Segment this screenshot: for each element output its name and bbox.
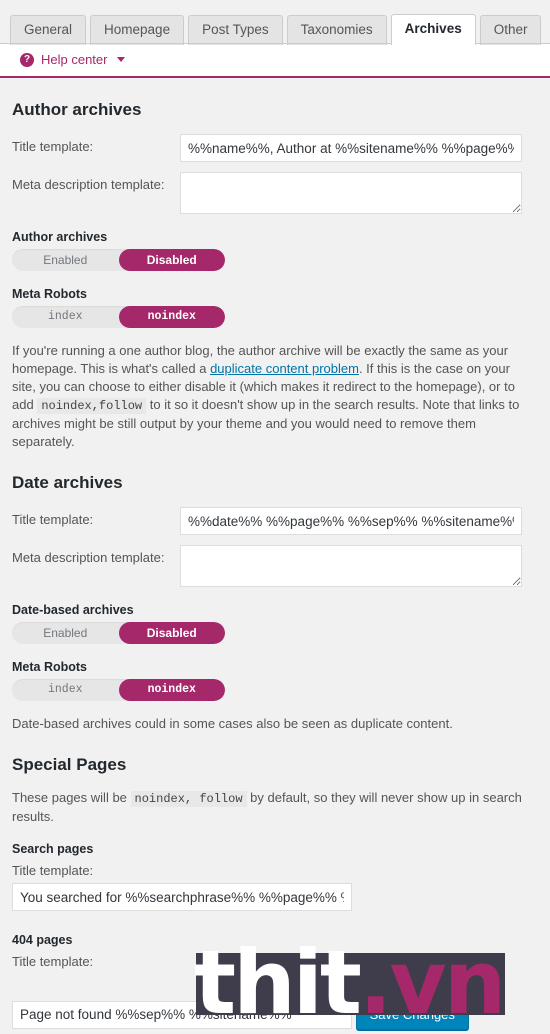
special-pages-note: These pages will be noindex, follow by d… [12, 789, 536, 826]
search-pages-title-label: Title template: [12, 863, 94, 878]
date-archives-heading: Date archives [12, 473, 123, 492]
noindex-follow-code: noindex,follow [37, 398, 147, 414]
author-meta-description-row: Meta description template: [12, 172, 538, 214]
author-archives-heading: Author archives [12, 100, 142, 119]
chevron-down-icon[interactable] [117, 57, 126, 62]
tab-homepage[interactable]: Homepage [90, 15, 185, 45]
question-circle-icon: ? [20, 52, 34, 67]
author-archives-enabled-toggle[interactable]: Enabled Disabled [12, 249, 225, 271]
date-archives-note: Date-based archives could in some cases … [12, 716, 453, 731]
watermark-text: thit.vn [194, 939, 506, 1027]
author-meta-robots-toggle[interactable]: index noindex [12, 306, 225, 328]
author-meta-robots-noindex-option[interactable]: noindex [118, 306, 225, 328]
settings-content: Author archives Title template: Meta des… [0, 100, 550, 1030]
date-title-template-row: Title template: [12, 507, 538, 535]
date-meta-description-label: Meta description template: [12, 550, 165, 565]
search-pages-title-input[interactable] [12, 883, 352, 911]
author-meta-description-textarea[interactable] [180, 172, 522, 214]
date-based-archives-enabled-toggle[interactable]: Enabled Disabled [12, 622, 225, 644]
date-based-archives-toggle-title: Date-based archives [12, 603, 134, 617]
tab-other[interactable]: Other [479, 15, 542, 45]
author-archives-toggle-title: Author archives [12, 230, 108, 244]
author-meta-description-label: Meta description template: [12, 177, 165, 192]
date-meta-description-row: Meta description template: [12, 545, 538, 587]
date-meta-robots-title: Meta Robots [12, 660, 87, 674]
author-title-template-row: Title template: [12, 134, 538, 162]
date-meta-robots-toggle[interactable]: index noindex [12, 679, 225, 701]
author-meta-robots-title: Meta Robots [12, 287, 87, 301]
tab-taxonomies[interactable]: Taxonomies [286, 15, 387, 45]
tab-general[interactable]: General [10, 15, 87, 45]
search-pages-subtitle: Search pages [12, 842, 94, 856]
watermark-overlay: thit.vn [194, 939, 506, 1027]
help-center-bar[interactable]: ? Help center [0, 44, 550, 78]
special-note-part-1: These pages will be [12, 790, 131, 805]
noindex-follow-default-code: noindex, follow [130, 791, 247, 807]
author-archives-disabled-option[interactable]: Disabled [118, 249, 225, 271]
date-meta-description-textarea[interactable] [180, 545, 522, 587]
date-archives-enabled-option[interactable]: Enabled [12, 622, 119, 644]
tab-list: General Homepage Post Types Taxonomies A… [10, 8, 550, 45]
date-meta-robots-noindex-option[interactable]: noindex [118, 679, 225, 701]
top-spacer [0, 0, 550, 8]
author-meta-robots-index-option[interactable]: index [12, 306, 119, 328]
duplicate-content-link[interactable]: duplicate content problem [210, 361, 359, 376]
author-archives-note: If you're running a one author blog, the… [12, 342, 536, 451]
special-pages-heading: Special Pages [12, 755, 127, 774]
tab-archives[interactable]: Archives [390, 14, 476, 45]
date-title-template-input[interactable] [180, 507, 522, 535]
date-meta-robots-index-option[interactable]: index [12, 679, 119, 701]
author-title-template-input[interactable] [180, 134, 522, 162]
help-center-label: Help center [41, 52, 108, 67]
author-archives-enabled-option[interactable]: Enabled [12, 249, 119, 271]
author-title-template-label: Title template: [12, 139, 94, 154]
settings-tab-bar: General Homepage Post Types Taxonomies A… [0, 8, 550, 45]
date-title-template-label: Title template: [12, 512, 94, 527]
watermark-text-primary: thit [194, 931, 362, 1034]
tab-post-types[interactable]: Post Types [188, 15, 283, 45]
date-archives-disabled-option[interactable]: Disabled [118, 622, 225, 644]
watermark-text-accent: .vn [358, 931, 506, 1034]
